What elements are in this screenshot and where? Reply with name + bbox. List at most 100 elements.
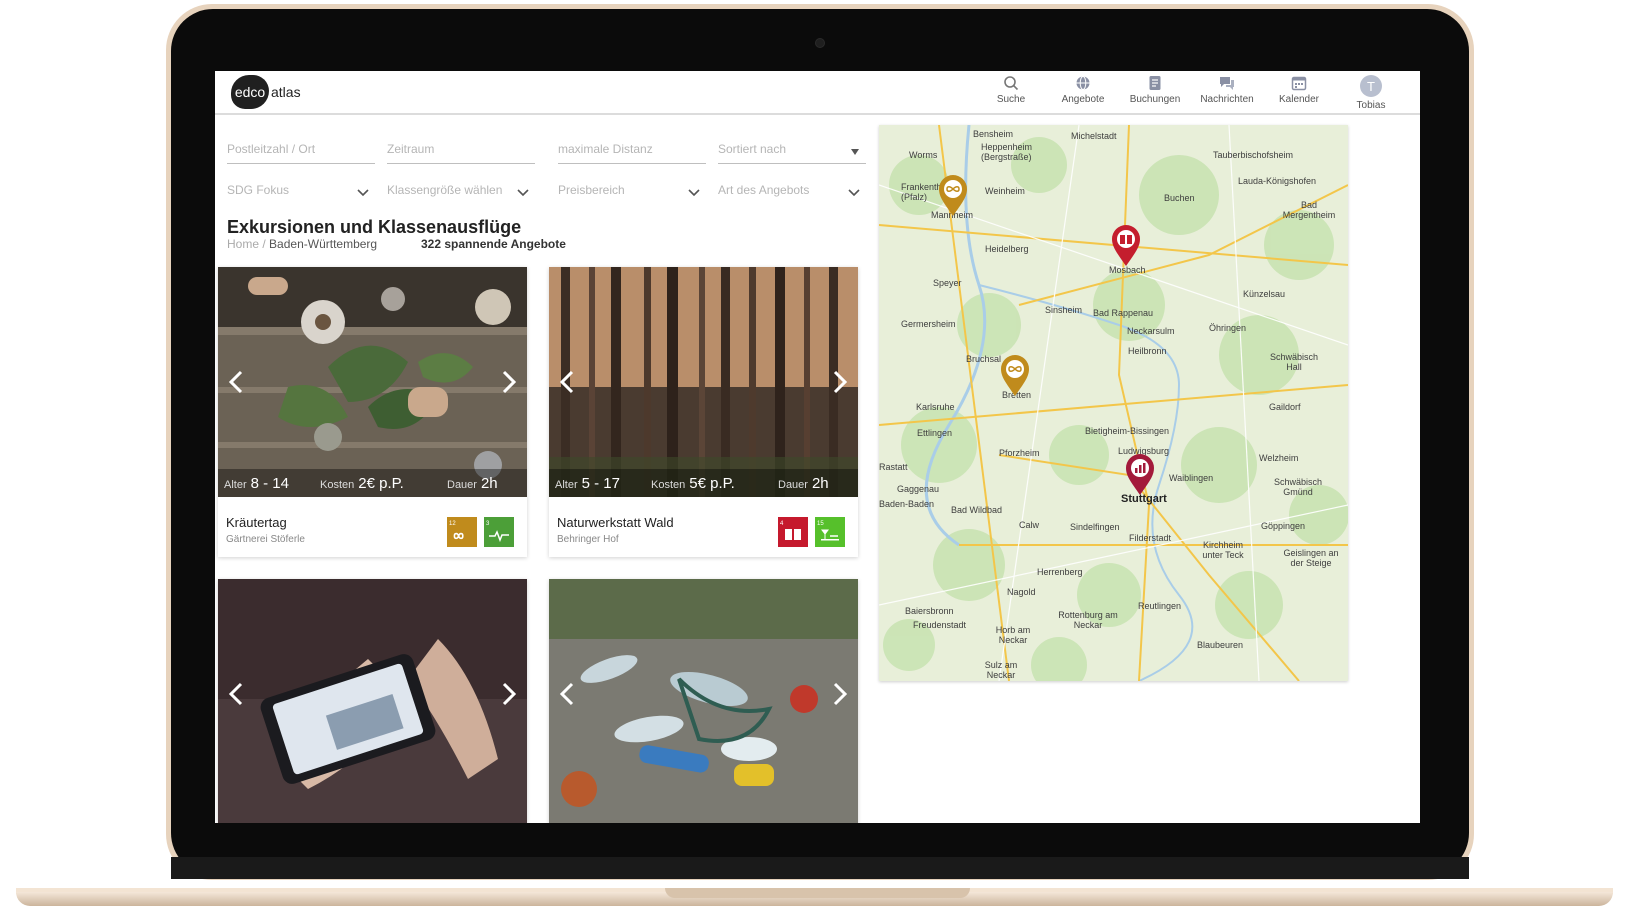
offer-stats: Alter 8 - 14 Kosten 2€ p.P. Dauer 2h (218, 469, 527, 497)
offer-title[interactable]: Naturwerkstatt Wald (557, 515, 674, 530)
map-label: Michelstadt (1071, 131, 1117, 141)
offer-card[interactable] (549, 579, 858, 823)
map-label: Schwäbisch Gmünd (1273, 477, 1323, 497)
duration-value: 2h (480, 475, 498, 492)
location-field-placeholder: Postleitzahl / Ort (227, 142, 316, 156)
offer-stats: Alter 5 - 17 Kosten 5€ p.P. Dauer 2h (549, 469, 858, 497)
main-nav: Suche Angebote Buchungen Nachrichten Kal… (986, 75, 1396, 111)
duration-value: 2h (811, 475, 829, 492)
logo-wordmark: atlas (271, 84, 301, 100)
map-label: Pforzheim (999, 448, 1040, 458)
laptop-chin (171, 857, 1469, 879)
offer-title[interactable]: Kräutertag (226, 515, 287, 530)
globe-icon (1075, 75, 1091, 91)
cost-value: 2€ p.P. (358, 475, 404, 492)
map-label: Baiersbronn (905, 606, 954, 616)
breadcrumb-region[interactable]: Baden-Württemberg (269, 237, 377, 251)
map-label: Ettlingen (917, 428, 953, 438)
map-label: Filderstadt (1129, 533, 1172, 543)
duration-label: Dauer (447, 479, 477, 491)
map-label: Bad Wildbad (951, 505, 1003, 515)
cost-value: 5€ p.P. (689, 475, 735, 492)
map-label: Schwäbisch Hall (1269, 352, 1319, 372)
screen: edco atlas Suche Angebote Buchungen Nach… (215, 71, 1420, 823)
offer-card[interactable]: Alter 5 - 17 Kosten 5€ p.P. Dauer 2h Naturw… (549, 267, 858, 557)
carousel-next-button[interactable] (499, 681, 519, 707)
document-icon (1147, 75, 1163, 91)
duration-label: Dauer (778, 479, 808, 491)
map-label: Weinheim (985, 186, 1025, 196)
map-label: Germersheim (901, 319, 956, 329)
sdg-15-icon: 15 (815, 517, 845, 547)
carousel-prev-button[interactable] (557, 369, 577, 395)
camera-icon (815, 38, 825, 48)
nav-item-offers[interactable]: Angebote (1058, 75, 1108, 111)
map-label: Baden-Baden (879, 499, 935, 509)
cost-label: Kosten (320, 479, 355, 491)
sdg-focus-select[interactable]: SDG Fokus (227, 178, 375, 204)
map-pin-sdg4[interactable] (1111, 225, 1141, 267)
offer-type-placeholder: Art des Angebots (718, 183, 810, 197)
age-stat: Alter 5 - 17 (555, 475, 620, 492)
nav-item-search[interactable]: Suche (986, 75, 1036, 111)
map-label: Reutlingen (1138, 601, 1182, 611)
distance-field-placeholder: maximale Distanz (558, 142, 653, 156)
logo[interactable]: edco atlas (231, 75, 301, 109)
nav-item-bookings[interactable]: Buchungen (1130, 75, 1180, 111)
map-pin-sdg12[interactable] (1000, 355, 1030, 397)
map-label: Bruchsal (966, 354, 1002, 364)
price-range-placeholder: Preisbereich (558, 183, 625, 197)
nav-item-messages[interactable]: Nachrichten (1200, 75, 1254, 111)
map-label: Geislingen an der Steige (1283, 548, 1339, 568)
breadcrumb: Home / Baden-Württemberg (227, 237, 377, 251)
map-label: Bad Mergentheim (1282, 200, 1336, 220)
sdg-badge-number: 3 (486, 521, 490, 527)
class-size-select[interactable]: Klassengröße wählen (387, 178, 535, 204)
offer-photo: Alter 5 - 17 Kosten 5€ p.P. Dauer 2h (549, 267, 858, 497)
nav-item-profile[interactable]: T Tobias (1346, 75, 1396, 111)
carousel-next-button[interactable] (499, 369, 519, 395)
cost-stat: Kosten 2€ p.P. (320, 475, 404, 492)
offer-card[interactable] (218, 579, 527, 823)
date-range-field-placeholder: Zeitraum (387, 142, 435, 156)
map-pin-sdg12[interactable] (938, 175, 968, 217)
carousel-prev-button[interactable] (226, 369, 246, 395)
chevron-down-icon (848, 184, 860, 202)
map-label: Worms (909, 150, 938, 160)
carousel-prev-button[interactable] (226, 681, 246, 707)
offer-card[interactable]: Alter 8 - 14 Kosten 2€ p.P. Dauer 2h Kräute… (218, 267, 527, 557)
age-value: 5 - 17 (581, 475, 620, 492)
nav-item-calendar[interactable]: Kalender (1274, 75, 1324, 111)
offer-photo: Alter 8 - 14 Kosten 2€ p.P. Dauer 2h (218, 267, 527, 497)
chat-icon (1219, 75, 1235, 91)
carousel-prev-button[interactable] (557, 681, 577, 707)
map-label: Kirchheim unter Teck (1202, 540, 1244, 560)
date-range-field[interactable]: Zeitraum (387, 137, 535, 164)
price-range-select[interactable]: Preisbereich (558, 178, 706, 204)
sdg-badge-number: 15 (817, 521, 824, 527)
sort-select[interactable]: Sortiert nach (718, 137, 866, 164)
cost-stat: Kosten 5€ p.P. (651, 475, 735, 492)
chevron-down-icon (688, 184, 700, 202)
caret-down-icon (850, 143, 860, 161)
carousel-next-button[interactable] (830, 369, 850, 395)
breadcrumb-home[interactable]: Home (227, 237, 259, 251)
age-label: Alter (224, 479, 247, 491)
top-bar: edco atlas Suche Angebote Buchungen Nach… (215, 71, 1420, 115)
nav-label-search: Suche (996, 94, 1026, 105)
carousel-next-button[interactable] (830, 681, 850, 707)
sdg-3-icon: 3 (484, 517, 514, 547)
map-label: Blaubeuren (1197, 640, 1244, 650)
offer-provider: Behringer Hof (557, 534, 619, 545)
map-label: Rastatt (879, 462, 908, 472)
results-map[interactable]: Bensheim Michelstadt Worms Heppenheim (B… (879, 125, 1348, 681)
map-label: Calw (1019, 520, 1040, 530)
map-label: Sinsheim (1045, 305, 1083, 315)
location-field[interactable]: Postleitzahl / Ort (227, 137, 375, 164)
age-label: Alter (555, 479, 578, 491)
map-label: Waiblingen (1169, 473, 1214, 483)
map-pin-sdg8[interactable] (1125, 454, 1155, 496)
distance-field[interactable]: maximale Distanz (558, 137, 706, 164)
offer-type-select[interactable]: Art des Angebots (718, 178, 866, 204)
map-label: Nagold (1007, 587, 1036, 597)
